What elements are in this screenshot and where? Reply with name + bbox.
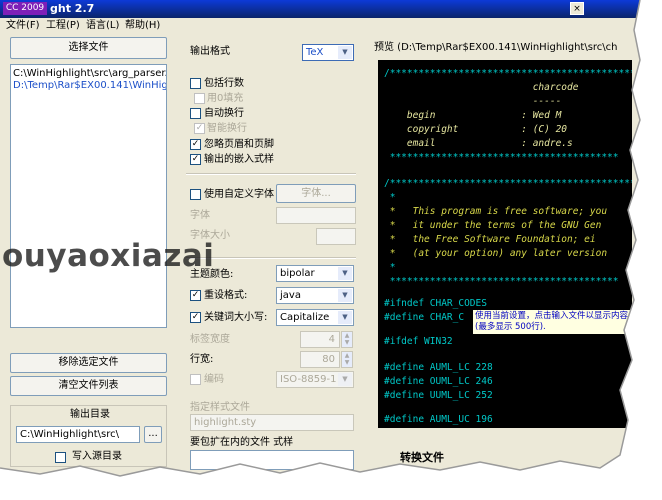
torn-edge-decoration (0, 0, 662, 500)
